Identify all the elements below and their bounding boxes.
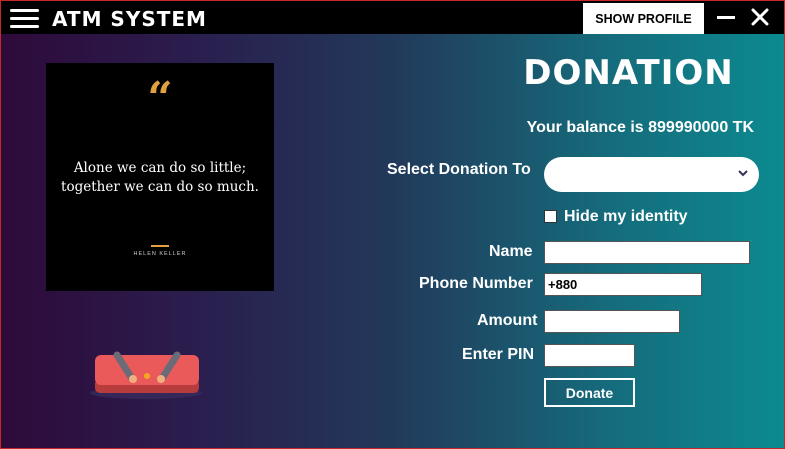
name-input[interactable]: [544, 241, 750, 264]
quote-divider: [151, 245, 169, 247]
menu-bar-line: [10, 25, 39, 28]
page-title: DONATION: [523, 53, 734, 93]
donate-button-illustration[interactable]: [89, 351, 203, 399]
quote-mark-icon: “: [147, 73, 173, 124]
enter-pin-label: Enter PIN: [462, 346, 535, 363]
hide-identity-label: Hide my identity: [564, 208, 688, 225]
select-donation-label: Select Donation To: [387, 161, 531, 178]
balance-text: Your balance is 899990000 TK: [526, 119, 754, 136]
menu-bar-line: [10, 9, 39, 12]
chevron-down-icon: [738, 170, 748, 177]
title-bar: ATM SYSTEM SHOW PROFILE: [1, 1, 784, 34]
donation-target-select[interactable]: [544, 157, 759, 192]
donate-button[interactable]: Donate: [544, 378, 635, 407]
minimize-icon[interactable]: [717, 9, 735, 25]
name-label: Name: [489, 243, 533, 260]
phone-number-input[interactable]: [544, 273, 702, 296]
amount-label: Amount: [477, 312, 538, 329]
hide-identity-checkbox[interactable]: [544, 210, 557, 223]
hamburger-menu-icon[interactable]: [10, 8, 39, 28]
menu-bar-line: [10, 17, 39, 20]
show-profile-button[interactable]: SHOW PROFILE: [583, 3, 704, 34]
quote-line: Alone we can do so little;: [73, 160, 247, 176]
quote-card: “ Alone we can do so little; together we…: [46, 63, 274, 291]
amount-input[interactable]: [544, 310, 680, 333]
quote-line: together we can do so much.: [61, 179, 259, 195]
app-title: ATM SYSTEM: [52, 7, 207, 31]
close-icon[interactable]: [751, 8, 769, 26]
pin-input[interactable]: [544, 344, 635, 367]
app-window: ATM SYSTEM SHOW PROFILE “ Alone we can d…: [0, 0, 785, 449]
quote-author: HELEN KELLER: [133, 251, 187, 257]
quote-text: Alone we can do so little; together we c…: [56, 159, 264, 197]
phone-number-label: Phone Number: [419, 275, 533, 292]
